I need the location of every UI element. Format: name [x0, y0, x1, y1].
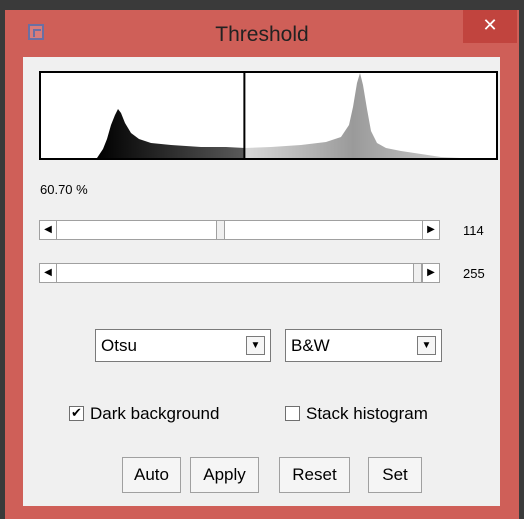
stack-histogram-checkbox[interactable]: [285, 406, 300, 421]
histogram-dark-region: [97, 109, 245, 158]
slider-thumb[interactable]: [216, 221, 226, 239]
close-button[interactable]: ✕: [463, 10, 517, 43]
upper-threshold-slider[interactable]: ◀ ▶: [39, 263, 440, 283]
display-mode-dropdown[interactable]: B&W ▼: [285, 329, 442, 362]
stack-histogram-option[interactable]: Stack histogram: [285, 404, 475, 426]
stack-histogram-label: Stack histogram: [306, 404, 428, 423]
chevron-down-icon[interactable]: ▼: [417, 336, 436, 355]
apply-button[interactable]: Apply: [190, 457, 259, 493]
dark-background-label: Dark background: [90, 404, 220, 423]
scroll-left-arrow-icon[interactable]: ◀: [40, 221, 57, 239]
reset-button[interactable]: Reset: [279, 457, 350, 493]
scroll-right-arrow-icon[interactable]: ▶: [422, 264, 439, 282]
histogram-light-region: [245, 73, 461, 158]
dark-background-option[interactable]: ✔ Dark background: [69, 404, 269, 426]
scroll-right-arrow-icon[interactable]: ▶: [422, 221, 439, 239]
histogram-panel: [39, 71, 498, 160]
display-mode-value: B&W: [291, 336, 330, 355]
dark-background-checkbox[interactable]: ✔: [69, 406, 84, 421]
chevron-down-icon[interactable]: ▼: [246, 336, 265, 355]
method-dropdown[interactable]: Otsu ▼: [95, 329, 271, 362]
slider-thumb[interactable]: [413, 264, 422, 282]
lower-threshold-slider[interactable]: ◀ ▶: [39, 220, 440, 240]
set-button[interactable]: Set: [368, 457, 422, 493]
lower-threshold-value: 114: [463, 223, 484, 238]
window-title: Threshold: [215, 23, 309, 46]
title-bar[interactable]: Threshold ✕: [5, 10, 519, 54]
auto-button[interactable]: Auto: [122, 457, 181, 493]
scroll-left-arrow-icon[interactable]: ◀: [40, 264, 57, 282]
histogram-plot: [97, 73, 461, 158]
method-value: Otsu: [101, 336, 137, 355]
threshold-window: Threshold ✕ 60.70 % ◀ ▶ 114 ◀ ▶ 255 Otsu…: [5, 10, 519, 519]
upper-threshold-value: 255: [463, 266, 485, 281]
percentage-label: 60.70 %: [40, 182, 88, 197]
dialog-body: 60.70 % ◀ ▶ 114 ◀ ▶ 255 Otsu ▼ B&W ▼ ✔ D…: [23, 57, 500, 506]
